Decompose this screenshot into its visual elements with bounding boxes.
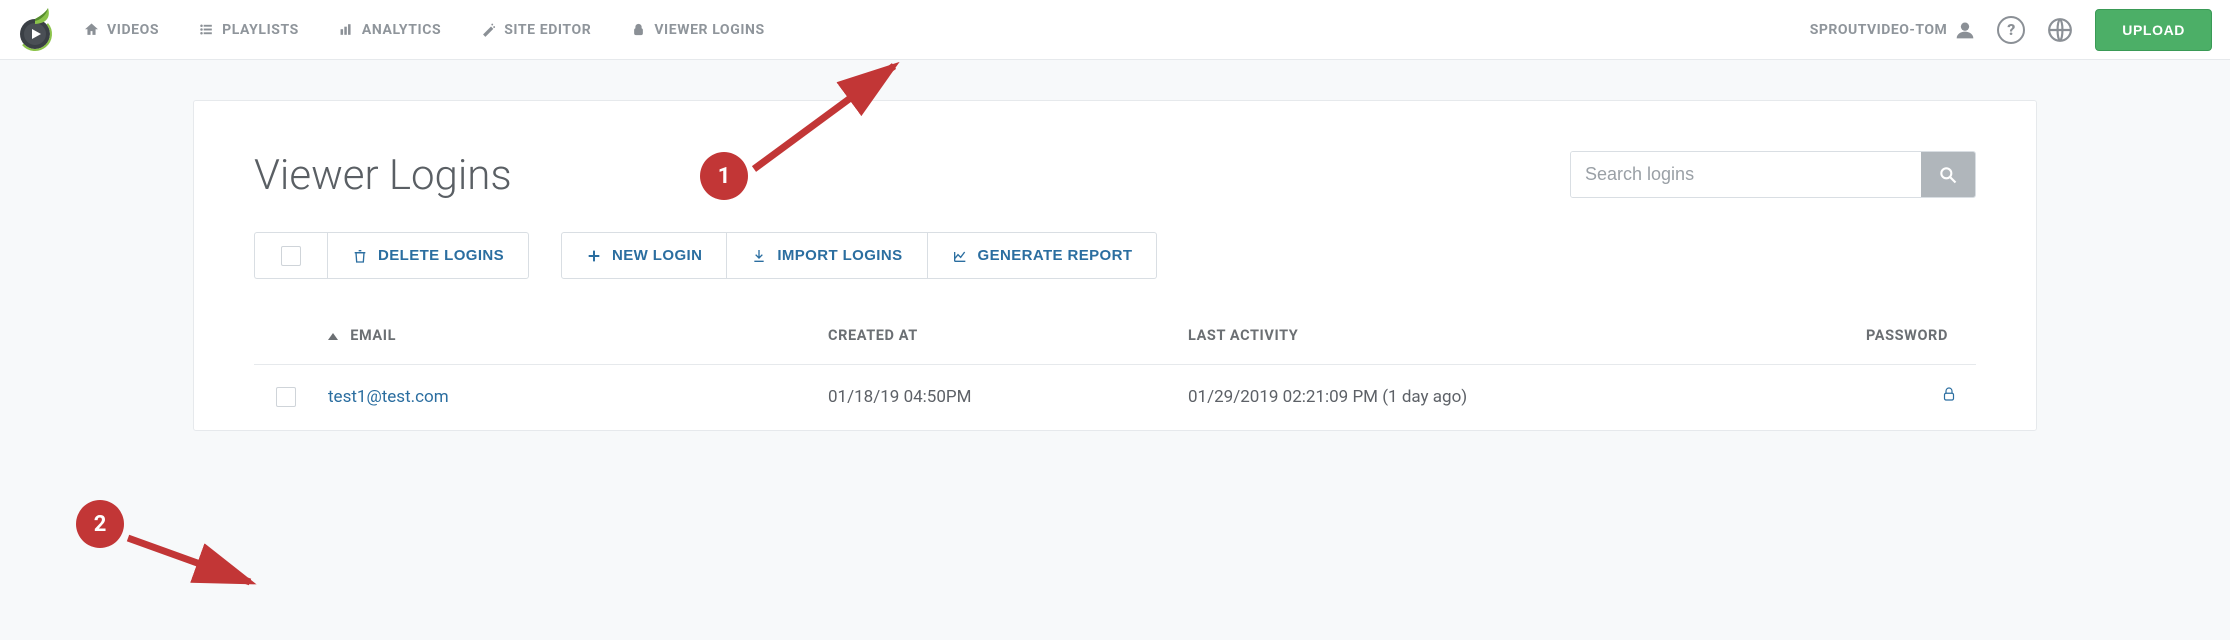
search-wrap	[1570, 151, 1976, 198]
user-icon	[1955, 20, 1975, 40]
app-logo[interactable]	[8, 2, 64, 58]
page-title: Viewer Logins	[254, 151, 512, 200]
lock-icon	[631, 22, 646, 37]
col-header-activity[interactable]: LAST ACTIVITY	[1178, 307, 1856, 365]
import-logins-button[interactable]: IMPORT LOGINS	[727, 232, 927, 279]
logins-table: EMAIL CREATED AT LAST ACTIVITY PASSWORD	[254, 307, 1976, 430]
upload-button-label: UPLOAD	[2122, 22, 2185, 38]
col-header-password: PASSWORD	[1856, 307, 1976, 365]
annotation-badge-2: 2	[76, 500, 124, 548]
help-button[interactable]: ?	[1997, 16, 2025, 44]
nav-viewer-logins-label: VIEWER LOGINS	[654, 22, 764, 38]
generate-report-button[interactable]: GENERATE REPORT	[928, 232, 1158, 279]
download-icon	[751, 248, 767, 264]
select-all-checkbox[interactable]	[281, 246, 301, 266]
nav-playlists-label: PLAYLISTS	[222, 22, 299, 38]
delete-logins-label: DELETE LOGINS	[378, 247, 504, 264]
chart-icon	[952, 248, 968, 264]
top-nav: VIDEOS PLAYLISTS ANALYTICS SITE EDITOR V…	[0, 0, 2230, 60]
nav-site-editor[interactable]: SITE EDITOR	[481, 22, 591, 38]
upload-button[interactable]: UPLOAD	[2095, 9, 2212, 51]
list-icon	[199, 22, 214, 37]
col-header-created[interactable]: CREATED AT	[818, 307, 1178, 365]
annotation-badge-1: 1	[700, 152, 748, 200]
card: Viewer Logins DELETE LOGINS	[193, 100, 2037, 431]
nav-videos-label: VIDEOS	[107, 22, 159, 38]
login-actions-group: NEW LOGIN IMPORT LOGINS GENERATE REPORT	[561, 232, 1157, 279]
sort-asc-icon	[328, 333, 338, 340]
col-header-activity-label: LAST ACTIVITY	[1188, 327, 1298, 344]
plus-icon	[586, 248, 602, 264]
delete-logins-button[interactable]: DELETE LOGINS	[327, 232, 529, 279]
search-icon	[1938, 165, 1958, 185]
row-checkbox[interactable]	[276, 387, 296, 407]
col-header-select	[254, 307, 318, 365]
nav-analytics[interactable]: ANALYTICS	[339, 22, 441, 38]
password-lock-button[interactable]	[1940, 388, 1958, 408]
annotation-arrow-1	[744, 54, 924, 184]
select-all-slot	[254, 232, 327, 279]
nav-links: VIDEOS PLAYLISTS ANALYTICS SITE EDITOR V…	[84, 22, 765, 38]
barchart-icon	[339, 22, 354, 37]
new-login-label: NEW LOGIN	[612, 247, 702, 264]
nav-analytics-label: ANALYTICS	[362, 22, 441, 38]
login-created-at: 01/18/19 04:50PM	[828, 387, 971, 407]
annotation-badge-1-label: 1	[718, 164, 731, 189]
action-row: DELETE LOGINS NEW LOGIN IMPORT LOGINS GE…	[254, 232, 1976, 279]
nav-playlists[interactable]: PLAYLISTS	[199, 22, 299, 38]
wand-icon	[481, 22, 496, 37]
col-header-password-label: PASSWORD	[1866, 327, 1948, 344]
lock-icon	[1940, 385, 1958, 403]
annotation-badge-2-label: 2	[94, 512, 107, 537]
search-button[interactable]	[1921, 152, 1975, 197]
annotation-arrow-2	[120, 520, 280, 600]
account-menu[interactable]: SPROUTVIDEO-TOM	[1810, 20, 1976, 40]
globe-icon	[2047, 17, 2073, 43]
login-last-activity: 01/29/2019 02:21:09 PM (1 day ago)	[1188, 387, 1467, 407]
login-email-link[interactable]: test1@test.com	[328, 387, 449, 407]
trash-icon	[352, 248, 368, 264]
question-icon: ?	[2007, 20, 2015, 39]
generate-report-label: GENERATE REPORT	[978, 247, 1133, 264]
home-icon	[84, 22, 99, 37]
select-delete-group: DELETE LOGINS	[254, 232, 529, 279]
search-input[interactable]	[1571, 152, 1921, 197]
col-header-email-label: EMAIL	[350, 327, 396, 344]
nav-viewer-logins[interactable]: VIEWER LOGINS	[631, 22, 764, 38]
nav-site-editor-label: SITE EDITOR	[504, 22, 591, 38]
col-header-created-label: CREATED AT	[828, 327, 918, 344]
language-button[interactable]	[2047, 17, 2073, 43]
page-shell: Viewer Logins DELETE LOGINS	[155, 60, 2075, 431]
nav-videos[interactable]: VIDEOS	[84, 22, 159, 38]
nav-right: SPROUTVIDEO-TOM ? UPLOAD	[1810, 9, 2212, 51]
account-name: SPROUTVIDEO-TOM	[1810, 22, 1948, 38]
import-logins-label: IMPORT LOGINS	[777, 247, 902, 264]
new-login-button[interactable]: NEW LOGIN	[561, 232, 727, 279]
card-header: Viewer Logins	[254, 151, 1976, 200]
table-row: test1@test.com 01/18/19 04:50PM 01/29/20…	[254, 365, 1976, 431]
col-header-email[interactable]: EMAIL	[318, 307, 818, 365]
